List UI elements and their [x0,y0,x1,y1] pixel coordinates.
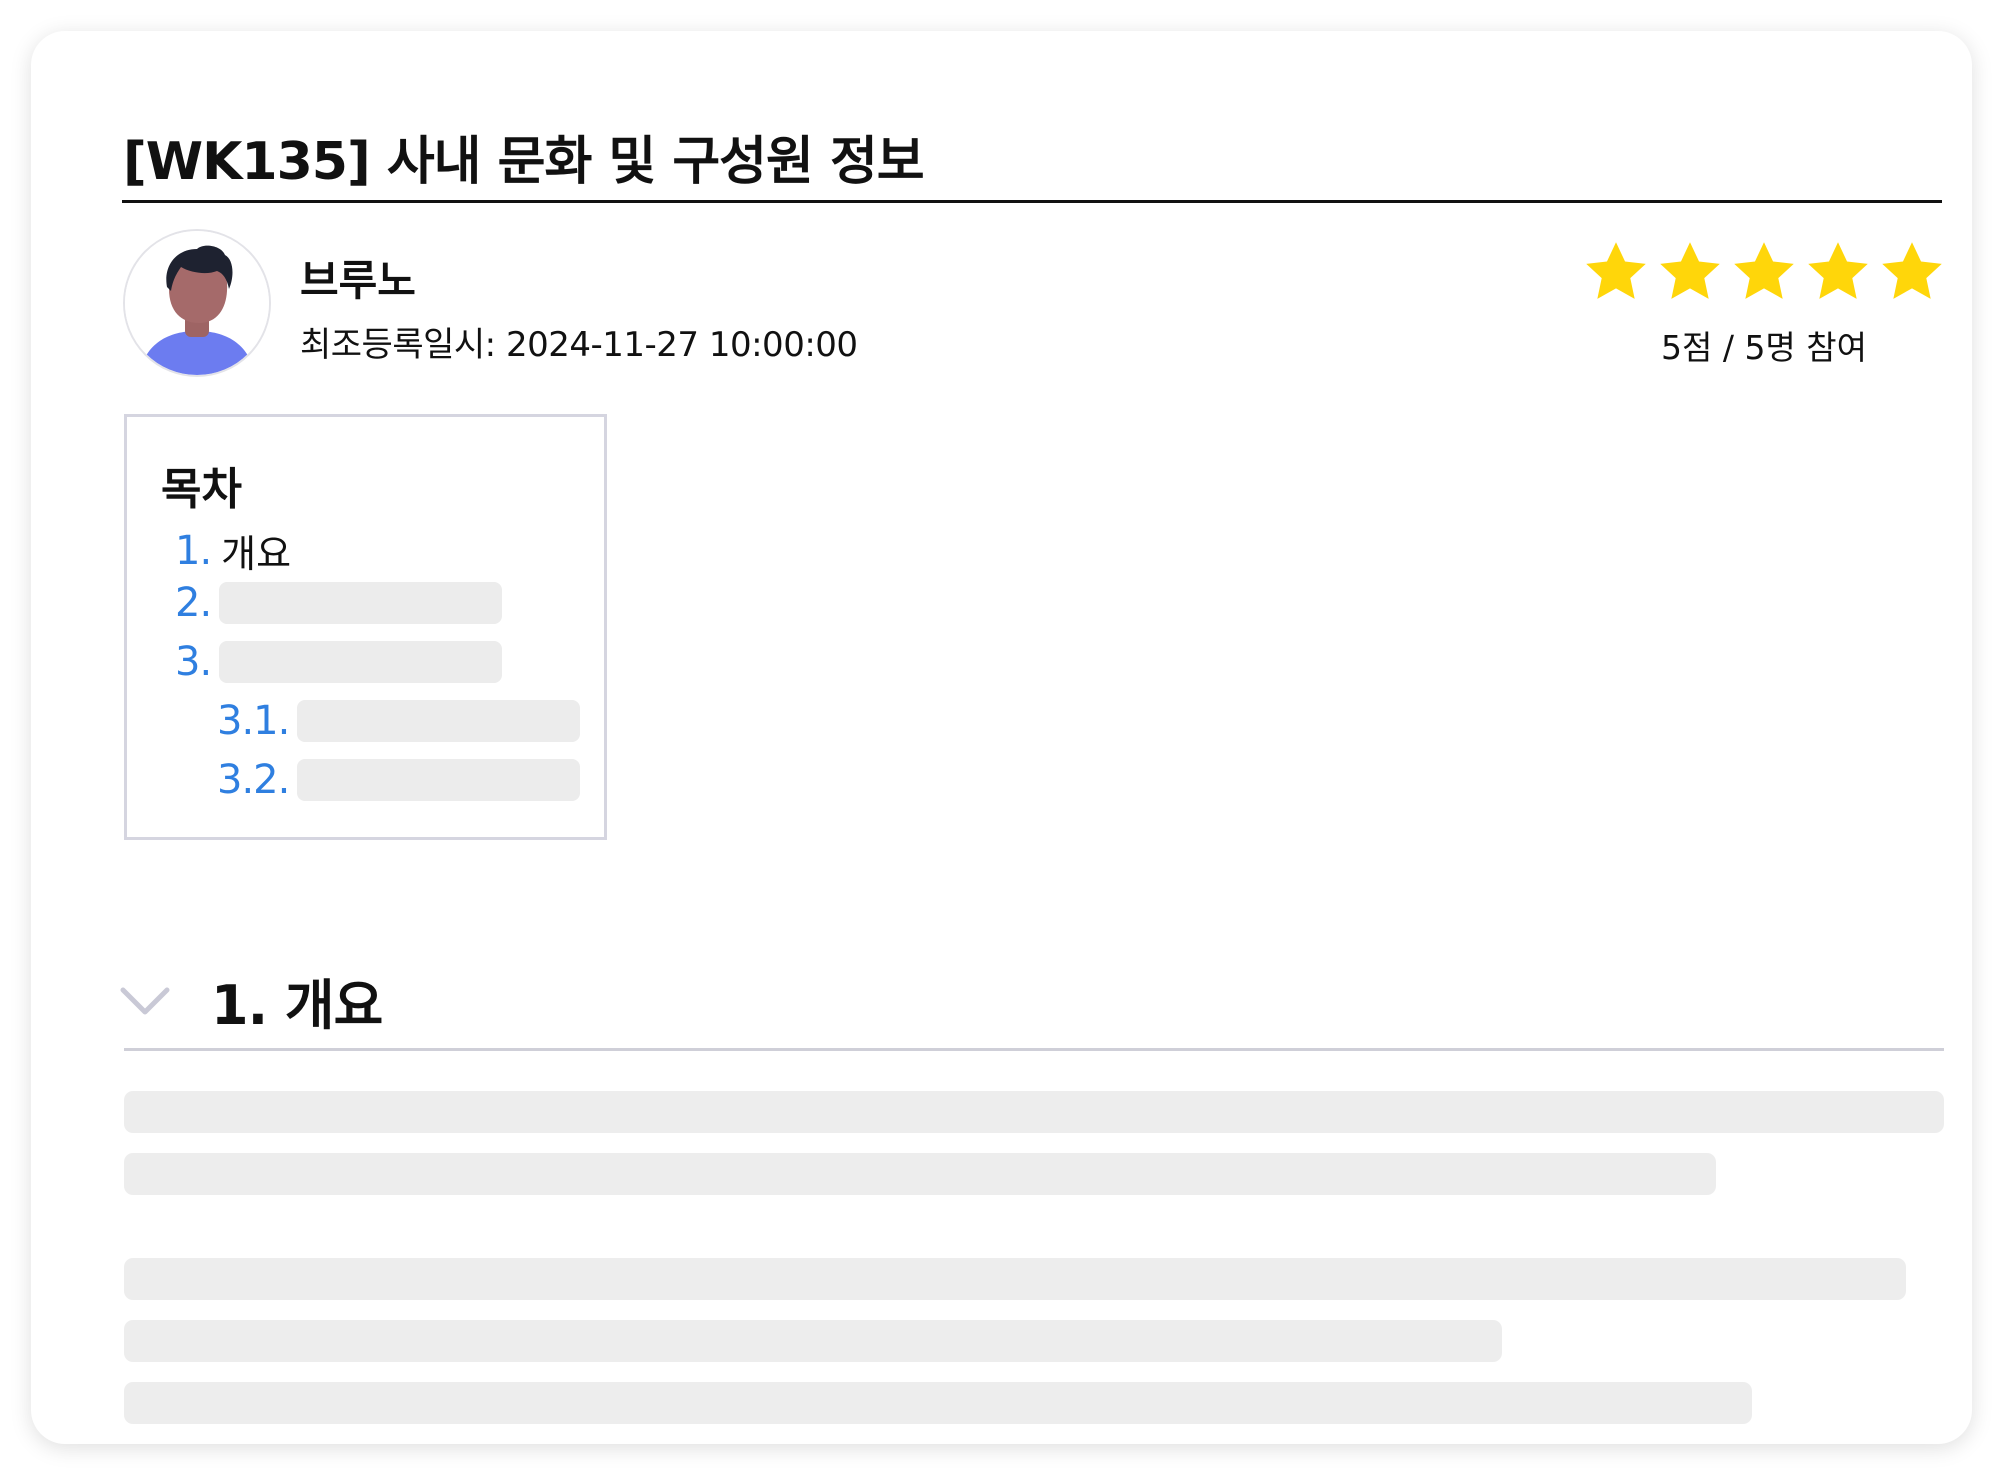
page-title: [WK135] 사내 문화 및 구성원 정보 [123,132,925,192]
toc-item-number: 3.1. [217,698,290,744]
toc-item-placeholder [219,641,503,683]
rating-summary: 5점 / 5명 참여 [1660,328,1868,367]
toc-item-placeholder [297,759,581,801]
star-icon[interactable] [1801,237,1875,307]
toc-item-2[interactable]: 2. [175,580,503,626]
star-rating[interactable] [1579,237,1949,307]
star-icon[interactable] [1579,237,1653,307]
section-header: 1. 개요 [119,961,383,1040]
title-divider [122,200,1942,203]
toc-item-number: 3. [175,639,212,685]
toc-item-3-2[interactable]: 3.2. [217,757,581,803]
star-icon[interactable] [1727,237,1801,307]
chevron-down-icon[interactable] [119,984,171,1018]
text-placeholder-line [124,1320,1502,1362]
toc-item-number: 3.2. [217,757,290,803]
toc-item-3[interactable]: 3. [175,639,503,685]
toc-item-number: 2. [175,580,212,626]
toc-item-placeholder [219,582,503,624]
section-divider [124,1048,1944,1051]
text-placeholder-line [124,1382,1752,1424]
document-card: [WK135] 사내 문화 및 구성원 정보 브루노 최조등록일시: 2024-… [31,31,1972,1444]
section-title: 1. 개요 [211,974,383,1037]
toc-item-number: 1. [175,527,212,574]
text-placeholder-line [124,1091,1944,1133]
toc-title: 목차 [161,464,242,515]
author-name: 브루노 [300,256,416,305]
toc-item-1[interactable]: 1. 개요 [175,523,291,578]
table-of-contents: 목차 1. 개요 2. 3. 3.1. 3.2. [124,414,607,840]
avatar[interactable] [123,229,271,377]
star-icon[interactable] [1653,237,1727,307]
text-placeholder-line [124,1258,1906,1300]
person-icon [125,231,269,375]
toc-item-placeholder [297,700,581,742]
text-placeholder-line [124,1153,1716,1195]
star-icon[interactable] [1875,237,1949,307]
toc-item-3-1[interactable]: 3.1. [217,698,581,744]
registration-date: 최조등록일시: 2024-11-27 10:00:00 [300,325,858,365]
toc-item-label: 개요 [221,532,292,576]
